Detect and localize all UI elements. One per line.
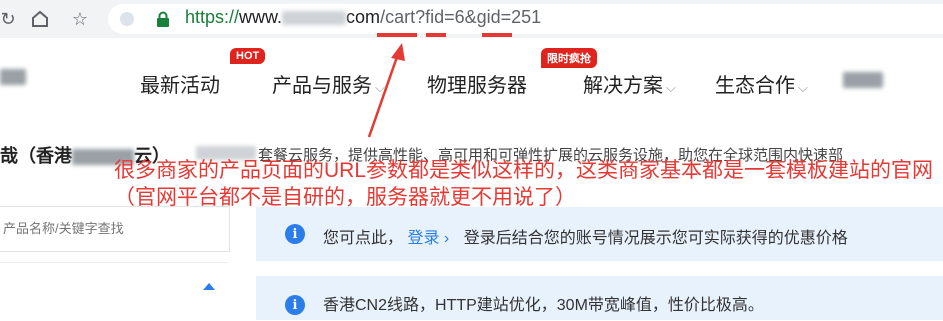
- sidebar-panel: [0, 262, 228, 321]
- info-icon: i: [285, 224, 305, 244]
- search-input[interactable]: [1, 220, 225, 237]
- info-icon: i: [285, 295, 305, 315]
- login-notice: i 您可点此， 登录 › 登录后结合您的账号情况展示您可实际获得的优惠价格: [256, 207, 943, 261]
- login-notice-suffix: 登录后结合您的账号情况展示您可实际获得的优惠价格: [463, 230, 848, 247]
- login-notice-prefix: 您可点此，: [323, 230, 404, 247]
- login-link[interactable]: 登录 ›: [407, 230, 449, 247]
- feature-notice: i 香港CN2线路，HTTP建站优化，30M带宽峰值，性价比极高。: [256, 276, 943, 320]
- feature-notice-text: 香港CN2线路，HTTP建站优化，30M带宽峰值，性价比极高。: [323, 297, 764, 314]
- caret-up-icon[interactable]: [203, 283, 215, 290]
- product-search-box[interactable]: [0, 206, 230, 252]
